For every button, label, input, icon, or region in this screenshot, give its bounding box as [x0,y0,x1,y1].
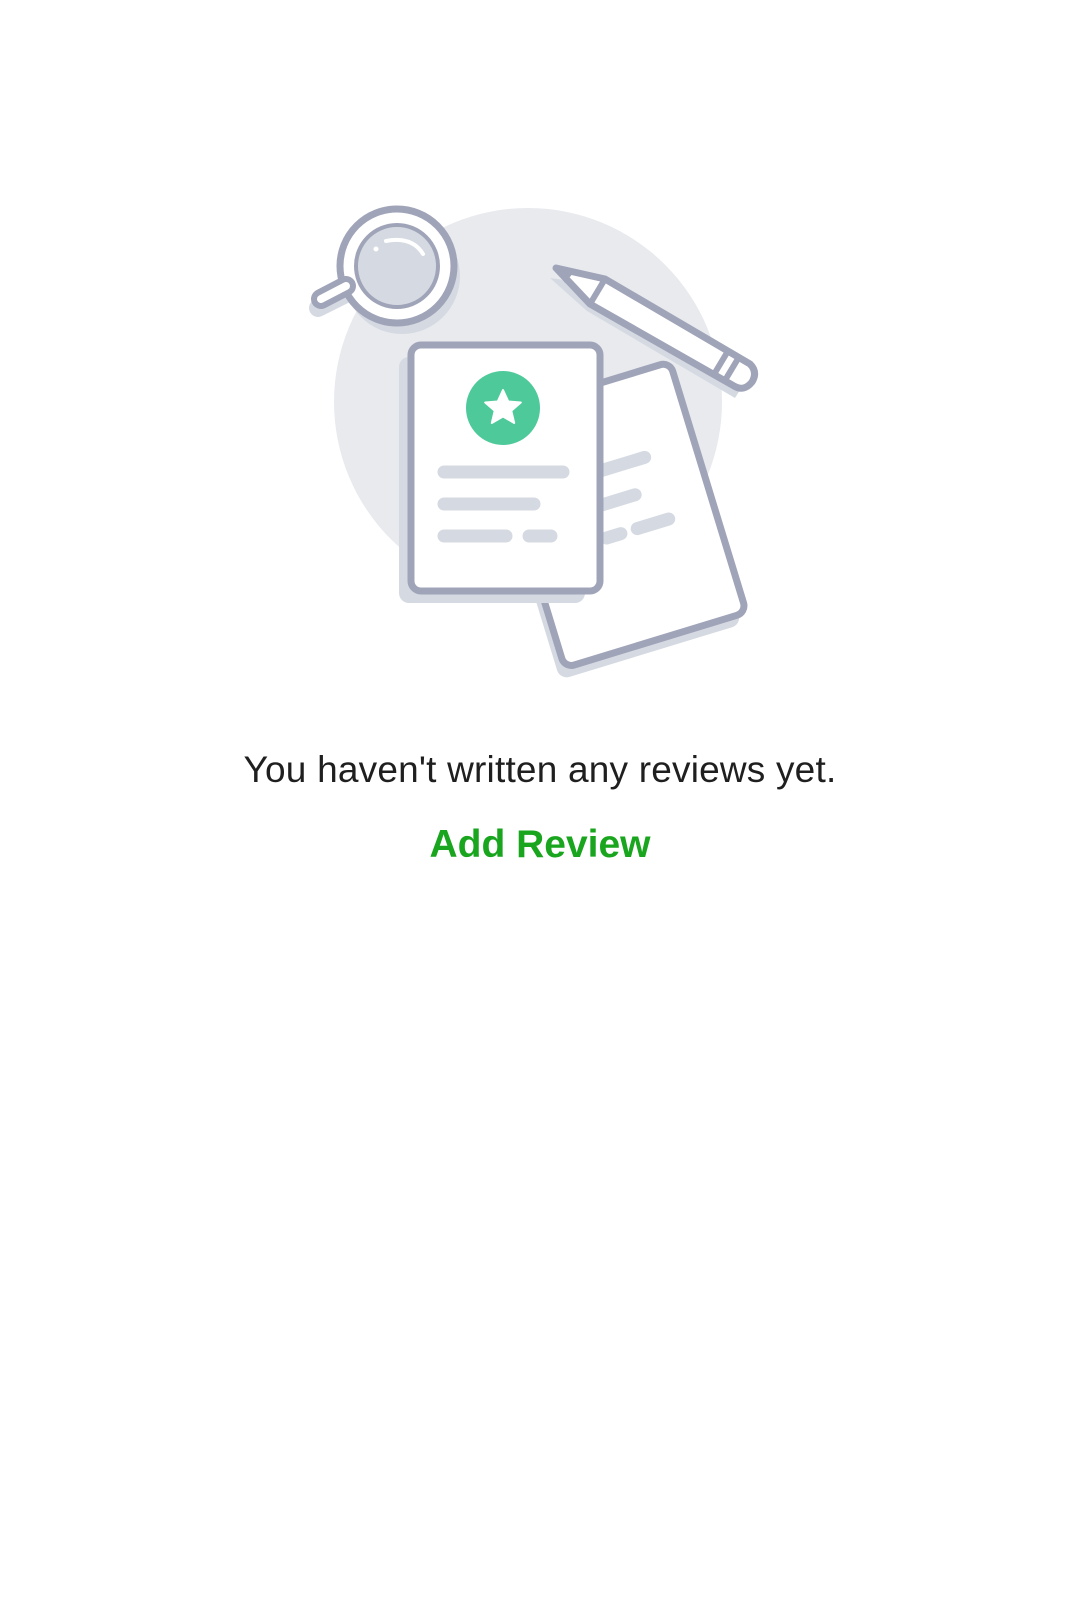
review-documents-illustration [309,205,759,678]
coffee-cup-icon [309,205,460,334]
add-review-button[interactable]: Add Review [0,822,1080,868]
empty-state-message: You haven't written any reviews yet. [243,749,837,790]
front-paper [407,341,604,595]
